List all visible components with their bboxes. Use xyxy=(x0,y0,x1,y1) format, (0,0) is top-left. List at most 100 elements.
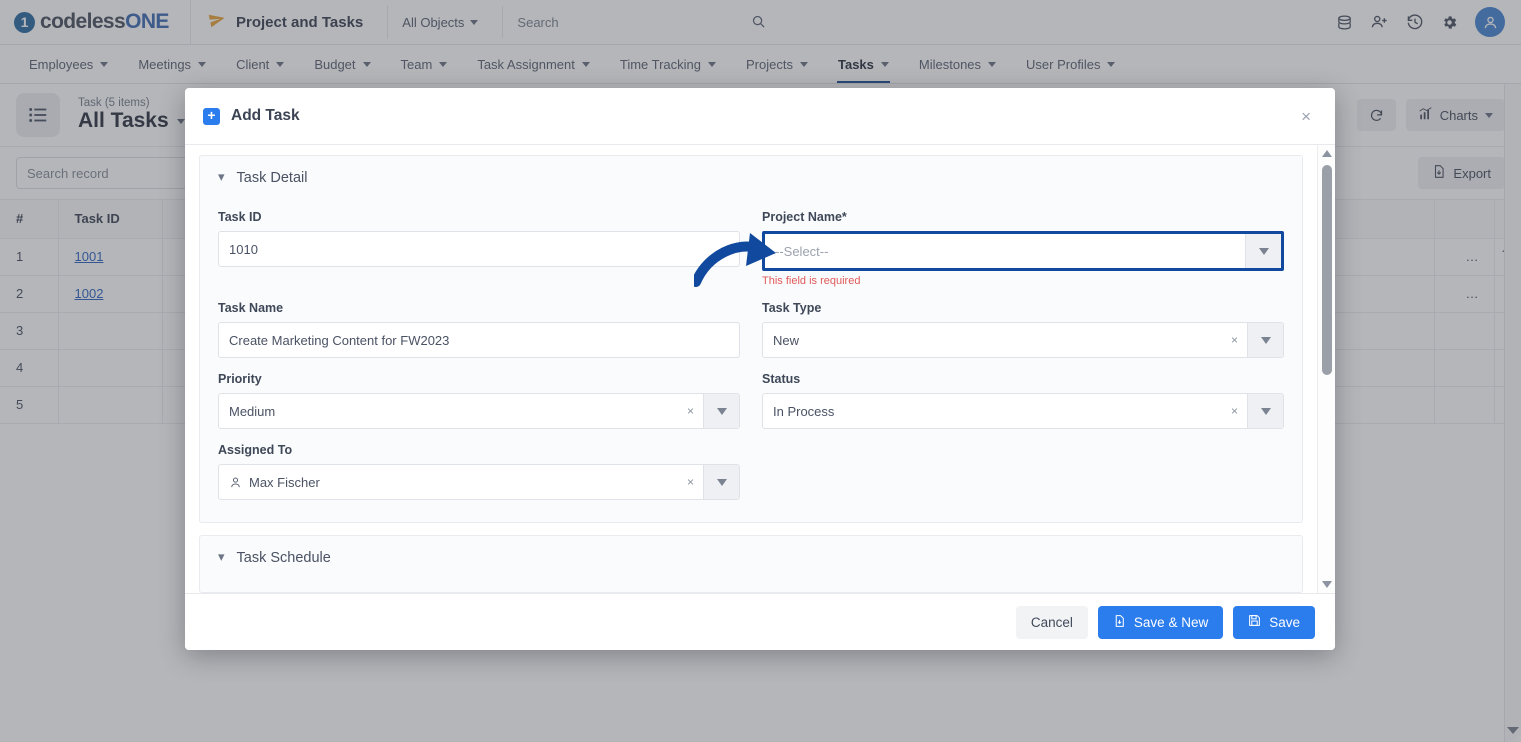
task-id-link[interactable]: 1002 xyxy=(75,286,104,301)
section-task-detail-header[interactable]: ▾ Task Detail xyxy=(200,156,1302,194)
section-task-schedule-title: Task Schedule xyxy=(236,550,331,566)
row-actions-button[interactable]: … xyxy=(1434,238,1495,276)
all-objects-dropdown[interactable]: All Objects xyxy=(387,5,492,39)
value-status: In Process xyxy=(773,403,835,419)
scroll-down-arrow-icon[interactable] xyxy=(1507,727,1519,734)
column-header-index[interactable]: # xyxy=(0,200,59,239)
select-priority[interactable]: Medium × xyxy=(218,393,740,429)
field-task-name: Task Name Create Marketing Content for F… xyxy=(218,287,740,358)
logo-text: codelessONE xyxy=(40,10,169,34)
app-name[interactable]: Project and Tasks xyxy=(191,0,381,44)
column-header-task-id[interactable]: Task ID xyxy=(58,200,163,239)
add-task-modal: + Add Task × ▾ Task Detail Task ID 1010 … xyxy=(185,88,1335,650)
scroll-up-arrow-icon[interactable] xyxy=(1321,150,1332,157)
field-assigned-to: Assigned To Max Fischer × xyxy=(218,429,740,500)
scroll-down-arrow-icon[interactable] xyxy=(1321,581,1332,588)
status-dropdown-button[interactable] xyxy=(1247,394,1283,428)
list-title-row[interactable]: All Tasks xyxy=(78,109,185,133)
menu-label: Milestones xyxy=(918,56,982,72)
history-icon[interactable] xyxy=(1406,13,1424,31)
menu-item-employees[interactable]: Employees xyxy=(14,45,123,83)
save-and-new-button[interactable]: Save & New xyxy=(1097,605,1224,639)
save-file-icon xyxy=(1113,614,1126,631)
row-task-id[interactable]: 1001 xyxy=(58,238,163,276)
chevron-down-icon xyxy=(581,61,590,67)
priority-dropdown-button[interactable] xyxy=(703,394,739,428)
global-search[interactable] xyxy=(502,6,773,38)
cancel-button[interactable]: Cancel xyxy=(1015,605,1088,639)
menu-item-client[interactable]: Client xyxy=(221,45,299,83)
search-input[interactable] xyxy=(517,14,773,30)
save-and-new-label: Save & New xyxy=(1133,614,1209,630)
row-task-id[interactable] xyxy=(58,312,163,350)
menu-item-team[interactable]: Team xyxy=(386,45,463,83)
task-type-dropdown-button[interactable] xyxy=(1247,323,1283,357)
avatar[interactable] xyxy=(1475,7,1505,37)
clear-icon[interactable]: × xyxy=(683,476,703,488)
row-task-id[interactable] xyxy=(58,386,163,424)
select-assigned-to[interactable]: Max Fischer × xyxy=(218,464,740,500)
add-user-icon[interactable] xyxy=(1370,13,1389,31)
list-view-icon[interactable] xyxy=(16,93,60,137)
menu-label: Meetings xyxy=(138,56,192,72)
refresh-button[interactable] xyxy=(1356,99,1396,131)
row-task-id[interactable] xyxy=(58,349,163,387)
app-name-label: Project and Tasks xyxy=(236,13,364,31)
charts-button[interactable]: Charts xyxy=(1405,99,1505,131)
label-assigned-to: Assigned To xyxy=(218,443,293,457)
field-status: Status In Process × xyxy=(762,358,1284,429)
chevron-down-icon xyxy=(198,61,207,67)
row-actions-button[interactable] xyxy=(1434,312,1495,350)
menu-item-meetings[interactable]: Meetings xyxy=(123,45,221,83)
chevron-down-icon xyxy=(1107,61,1116,67)
person-icon xyxy=(229,476,242,489)
page-scrollbar[interactable] xyxy=(1504,84,1521,742)
row-actions-button[interactable]: … xyxy=(1434,275,1495,313)
close-icon[interactable]: × xyxy=(1295,104,1317,129)
task-id-link[interactable]: 1001 xyxy=(75,249,104,264)
export-icon xyxy=(1432,164,1446,182)
chevron-down-icon xyxy=(716,478,727,486)
gear-icon[interactable] xyxy=(1441,14,1458,31)
chevron-down-icon xyxy=(470,19,479,25)
menu-item-task-assignment[interactable]: Task Assignment xyxy=(462,45,605,83)
export-button[interactable]: Export xyxy=(1418,157,1505,189)
row-actions-button[interactable] xyxy=(1434,386,1495,424)
main-menu-bar: Employees Meetings Client Budget Team Ta… xyxy=(0,45,1521,84)
menu-item-time-tracking[interactable]: Time Tracking xyxy=(605,45,731,83)
database-icon[interactable] xyxy=(1336,14,1353,31)
scrollbar-thumb[interactable] xyxy=(1322,165,1332,375)
clear-icon[interactable]: × xyxy=(683,405,703,417)
menu-item-user-profiles[interactable]: User Profiles xyxy=(1011,45,1130,83)
brand-logo[interactable]: 1 codelessONE xyxy=(0,0,190,44)
input-task-id[interactable]: 1010 xyxy=(218,231,740,267)
search-icon[interactable] xyxy=(751,14,766,34)
chevron-down-icon xyxy=(439,61,448,67)
select-status[interactable]: In Process × xyxy=(762,393,1284,429)
input-task-name[interactable]: Create Marketing Content for FW2023 xyxy=(218,322,740,358)
menu-item-tasks[interactable]: Tasks xyxy=(823,45,904,83)
select-project-name[interactable]: --Select-- xyxy=(762,231,1284,271)
value-task-type: New xyxy=(773,332,800,348)
value-assigned-to: Max Fischer xyxy=(249,474,320,490)
clear-icon[interactable]: × xyxy=(1227,405,1247,417)
section-task-detail-body: Task ID 1010 Project Name* --Select-- Th… xyxy=(200,194,1302,522)
row-actions-button[interactable] xyxy=(1434,349,1495,387)
export-label: Export xyxy=(1453,165,1491,181)
menu-item-milestones[interactable]: Milestones xyxy=(904,45,1011,83)
menu-item-projects[interactable]: Projects xyxy=(731,45,823,83)
select-task-type[interactable]: New × xyxy=(762,322,1284,358)
menu-item-budget[interactable]: Budget xyxy=(299,45,385,83)
save-button[interactable]: Save xyxy=(1233,605,1315,639)
section-task-schedule-header[interactable]: ▾ Task Schedule xyxy=(200,536,1302,574)
label-task-id: Task ID xyxy=(218,210,262,224)
modal-scrollbar[interactable] xyxy=(1317,145,1335,593)
menu-label: Budget xyxy=(314,56,356,72)
project-name-dropdown-button[interactable] xyxy=(1245,234,1281,268)
chevron-down-icon xyxy=(1485,112,1493,118)
clear-icon[interactable]: × xyxy=(1227,334,1247,346)
topbar-actions xyxy=(1336,7,1521,37)
value-priority: Medium xyxy=(229,403,276,419)
row-task-id[interactable]: 1002 xyxy=(58,275,163,313)
assigned-to-dropdown-button[interactable] xyxy=(703,465,739,499)
